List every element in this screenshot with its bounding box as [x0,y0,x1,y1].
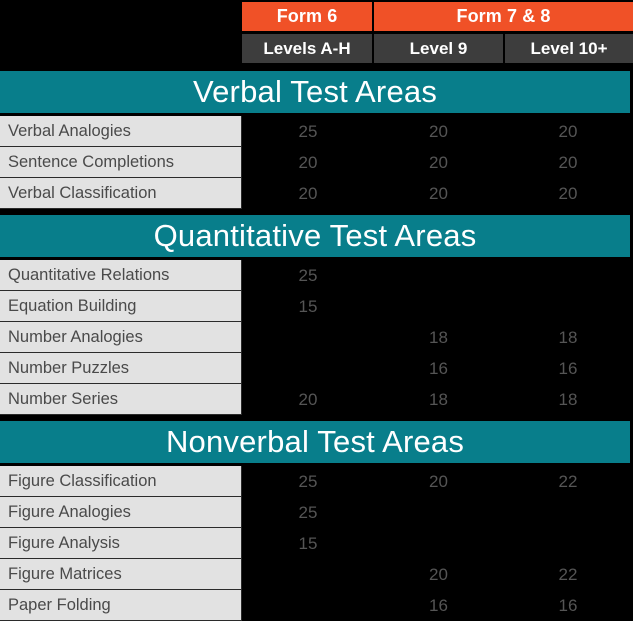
row-value-0: 25 [242,497,374,528]
section-title-2: Nonverbal Test Areas [0,421,630,463]
row-value-1: 20 [374,466,503,497]
table-row: Number Series 20 18 18 [0,384,633,415]
row-label: Figure Analogies [0,497,242,528]
row-value-1: 18 [374,322,503,353]
row-value-2: 18 [503,322,633,353]
column-header-level-10-plus: Level 10+ [505,34,633,63]
row-value-0 [242,322,374,353]
row-label: Number Series [0,384,242,415]
row-value-2: 20 [503,147,633,178]
row-value-1: 16 [374,353,503,384]
table-row: Figure Matrices 20 22 [0,559,633,590]
table-row: Equation Building 15 [0,291,633,322]
row-value-1: 20 [374,178,503,209]
row-value-0: 25 [242,116,374,147]
table-header: Form 6 Form 7 & 8 Levels A-H Level 9 Lev… [0,0,633,63]
section-band-wrapper: Verbal Test Areas [0,65,633,116]
column-header-levels-a-h: Levels A-H [242,34,372,63]
row-value-0: 20 [242,384,374,415]
row-label: Quantitative Relations [0,260,242,291]
header-row-levels: Levels A-H Level 9 Level 10+ [0,31,633,63]
row-label: Paper Folding [0,590,242,621]
row-label: Figure Matrices [0,559,242,590]
row-label: Number Analogies [0,322,242,353]
row-value-2: 16 [503,353,633,384]
row-value-1: 20 [374,559,503,590]
row-value-2 [503,497,633,528]
row-value-1: 20 [374,147,503,178]
row-value-0 [242,559,374,590]
row-value-2 [503,260,633,291]
header-corner-spacer [0,2,242,31]
row-value-2: 18 [503,384,633,415]
row-value-0 [242,353,374,384]
row-label: Sentence Completions [0,147,242,178]
row-label: Number Puzzles [0,353,242,384]
row-label: Figure Analysis [0,528,242,559]
header-row-forms: Form 6 Form 7 & 8 [0,0,633,31]
row-value-1: 20 [374,116,503,147]
row-value-2: 20 [503,116,633,147]
row-label: Figure Classification [0,466,242,497]
section-title-0: Verbal Test Areas [0,71,630,113]
row-value-0: 15 [242,528,374,559]
row-value-2: 22 [503,466,633,497]
row-value-0: 25 [242,466,374,497]
row-label: Equation Building [0,291,242,322]
row-value-1 [374,260,503,291]
table-body: Verbal Test Areas Verbal Analogies 25 20 20 S… [0,65,633,621]
row-value-2: 16 [503,590,633,621]
table-row: Figure Analysis 15 [0,528,633,559]
table-row: Figure Classification 25 20 22 [0,466,633,497]
section-band-wrapper: Quantitative Test Areas [0,209,633,260]
section-band-wrapper: Nonverbal Test Areas [0,415,633,466]
table-row: Verbal Classification 20 20 20 [0,178,633,209]
row-value-0 [242,590,374,621]
table-row: Figure Analogies 25 [0,497,633,528]
column-group-form-7-8: Form 7 & 8 [374,2,633,31]
table-row: Paper Folding 16 16 [0,590,633,621]
table-row: Verbal Analogies 25 20 20 [0,116,633,147]
row-value-2 [503,291,633,322]
row-label: Verbal Classification [0,178,242,209]
table-row: Sentence Completions 20 20 20 [0,147,633,178]
table-row: Number Analogies 18 18 [0,322,633,353]
table-row: Number Puzzles 16 16 [0,353,633,384]
test-areas-table: Form 6 Form 7 & 8 Levels A-H Level 9 Lev… [0,0,633,621]
row-value-2 [503,528,633,559]
row-value-0: 20 [242,147,374,178]
column-group-form-6: Form 6 [242,2,372,31]
row-value-0: 15 [242,291,374,322]
row-value-2: 22 [503,559,633,590]
row-value-0: 25 [242,260,374,291]
row-value-1 [374,528,503,559]
row-value-2: 20 [503,178,633,209]
table-row: Quantitative Relations 25 [0,260,633,291]
row-value-1: 18 [374,384,503,415]
section-title-1: Quantitative Test Areas [0,215,630,257]
column-header-level-9: Level 9 [374,34,503,63]
row-value-0: 20 [242,178,374,209]
row-value-1 [374,291,503,322]
header-corner-spacer-2 [0,34,242,63]
row-value-1: 16 [374,590,503,621]
row-value-1 [374,497,503,528]
row-label: Verbal Analogies [0,116,242,147]
